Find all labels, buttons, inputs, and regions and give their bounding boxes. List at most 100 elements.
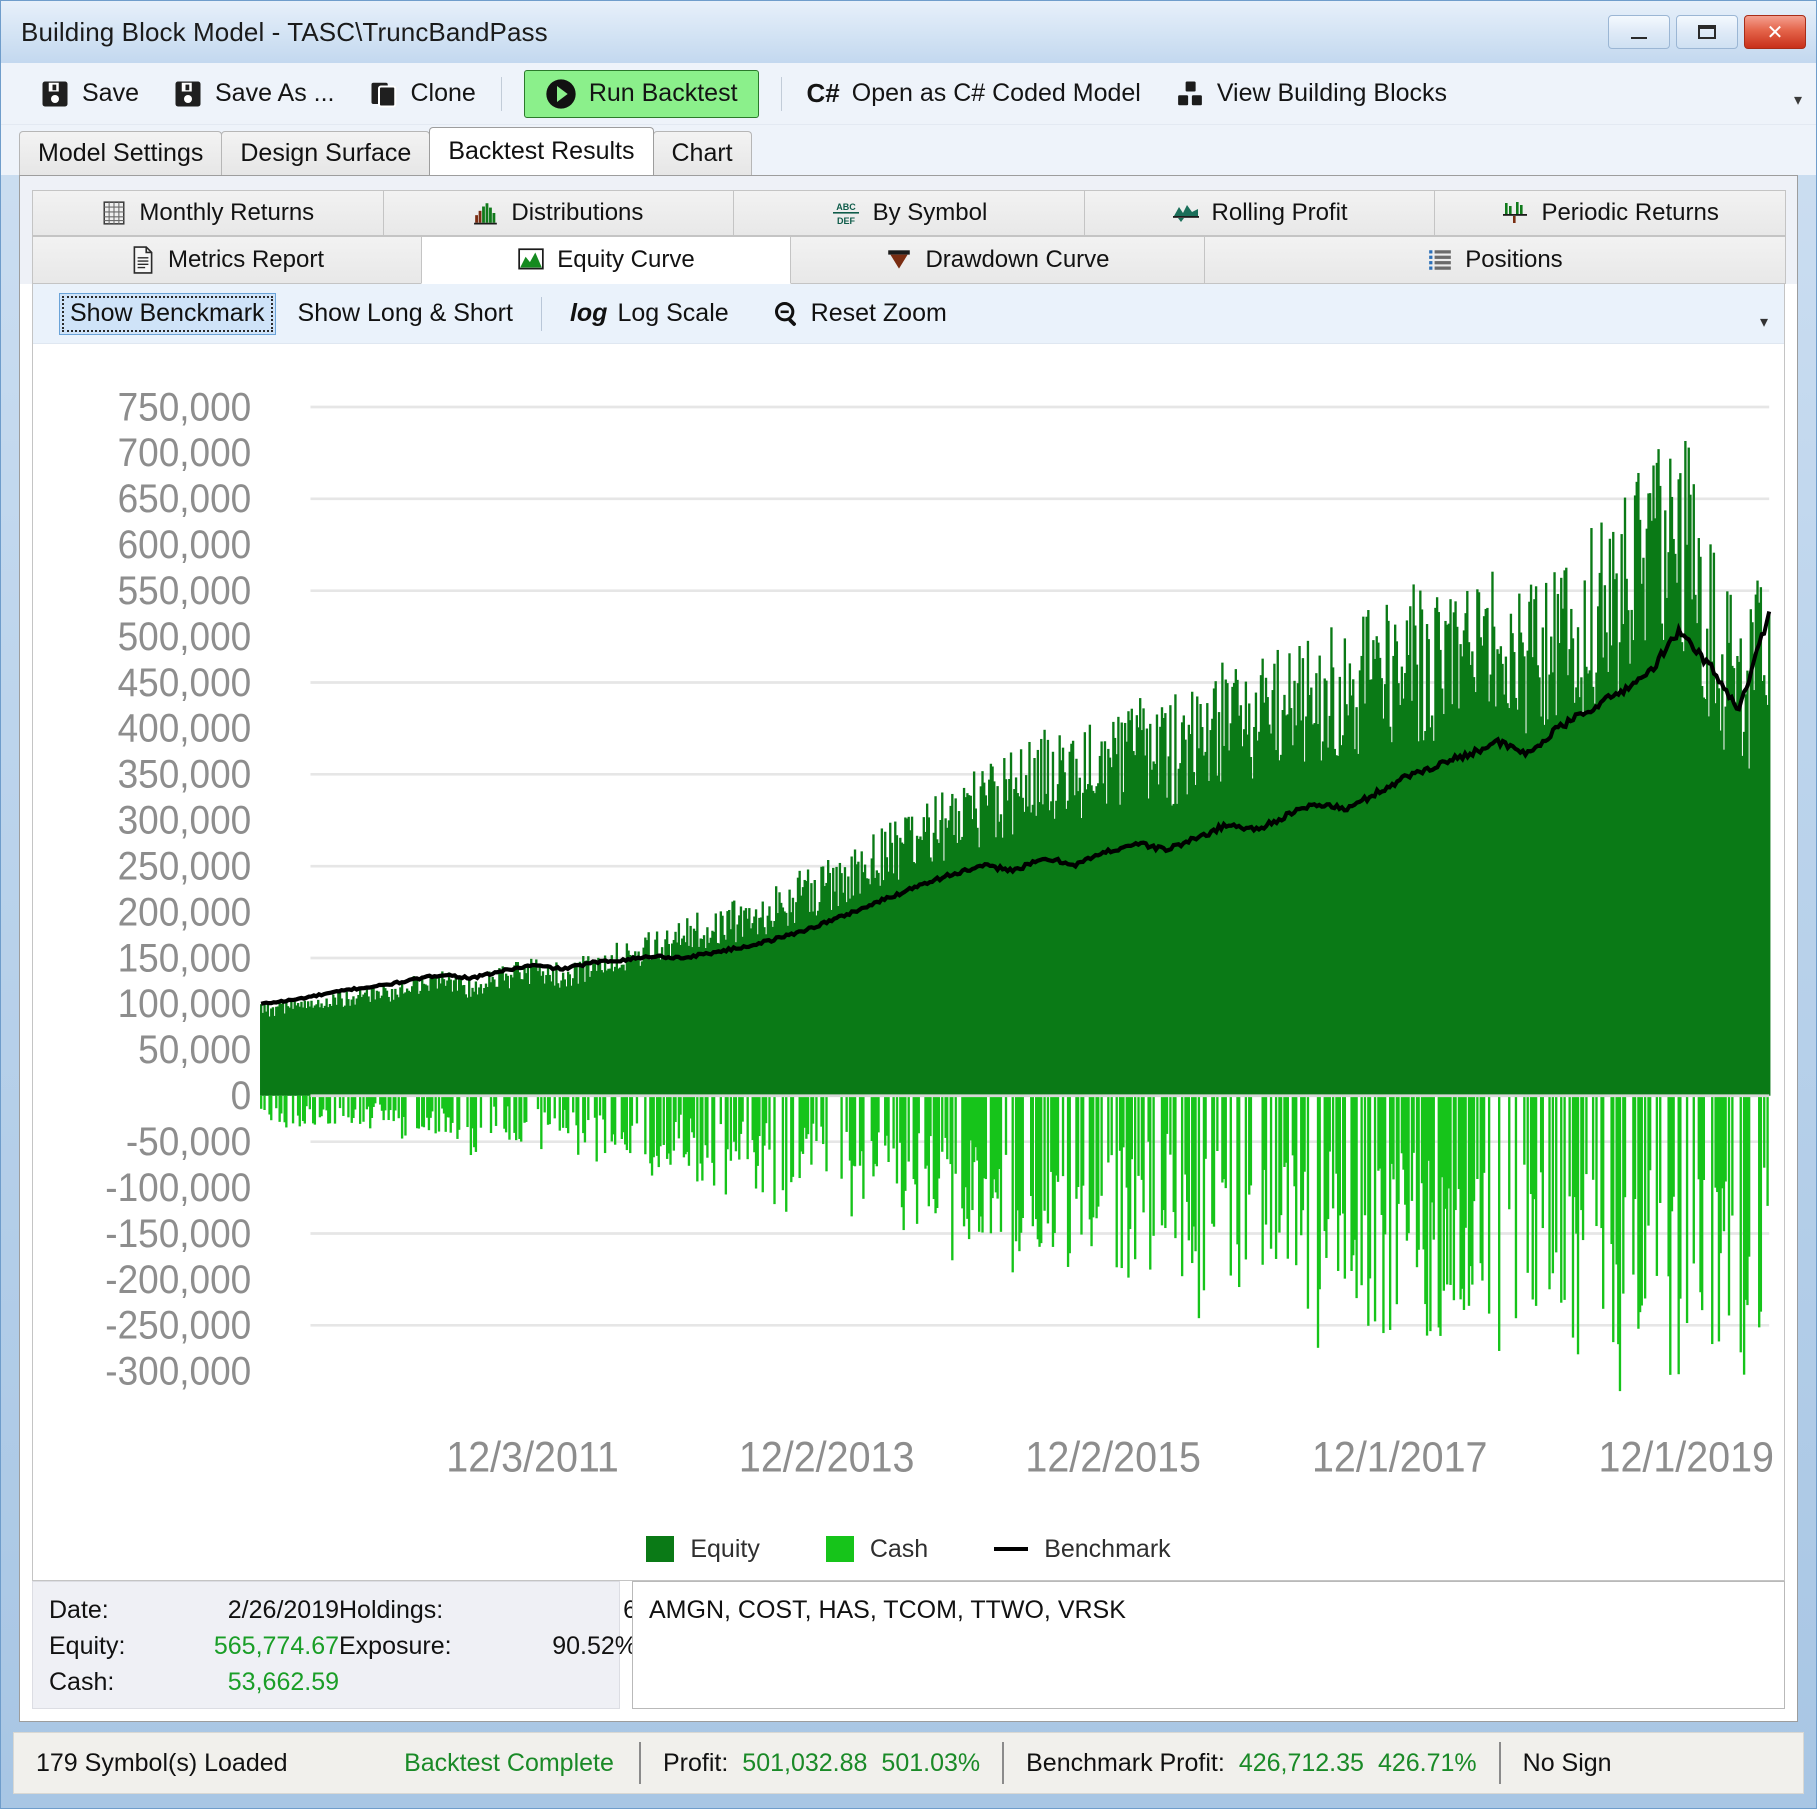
subtab-drawdown-curve-label: Drawdown Curve [925, 246, 1110, 273]
holdings-list[interactable]: AMGN, COST, HAS, TCOM, TTWO, VRSK [632, 1581, 1785, 1709]
application-window: Building Block Model - TASC\TruncBandPas… [0, 0, 1817, 1809]
tab-chart[interactable]: Chart [652, 131, 752, 175]
status-profit-percent: 501.03% [881, 1748, 981, 1777]
summary-stats: Date: 2/26/2019 Holdings: 6 Equity: 565,… [32, 1581, 637, 1709]
open-as-csharp-button[interactable]: C# Open as C# Coded Model [790, 70, 1158, 118]
equity-chart-plot[interactable]: 750,000 700,000 650,000 600,000 550,000 500,0… [33, 344, 1784, 1518]
holdings-value: 6 [623, 1595, 637, 1624]
svg-text:DEF: DEF [837, 216, 856, 226]
save-icon [40, 79, 70, 109]
chart-toolbar-separator [540, 296, 542, 331]
cash-swatch [825, 1536, 854, 1562]
subtab-drawdown-curve[interactable]: Drawdown Curve [790, 236, 1205, 284]
cash-value: 53,662.59 [227, 1667, 339, 1696]
close-button[interactable]: ✕ [1744, 15, 1806, 49]
run-backtest-label: Run Backtest [588, 79, 738, 107]
legend-item-benchmark: Benchmark [994, 1534, 1171, 1564]
view-building-blocks-button[interactable]: View Building Blocks [1158, 70, 1464, 118]
subtab-distributions-label: Distributions [511, 199, 644, 226]
legend-item-cash: Cash [825, 1534, 929, 1564]
log-scale-button[interactable]: log Log Scale [548, 293, 751, 335]
save-button[interactable]: Save [23, 70, 156, 118]
save-label: Save [82, 79, 139, 107]
sub-tab-row-2: Metrics Report Equity Curve Drawdown Cur… [32, 236, 1786, 284]
cash-label: Cash: [49, 1667, 115, 1696]
svg-text:-50,000: -50,000 [126, 1120, 251, 1165]
toolbar-separator-1 [500, 76, 502, 111]
equity-value: 565,774.67 [213, 1631, 339, 1660]
subtab-rolling-profit[interactable]: Rolling Profit [1083, 190, 1436, 236]
svg-text:12/2/2015: 12/2/2015 [1025, 1433, 1201, 1481]
save-as-icon [173, 79, 203, 109]
svg-text:-250,000: -250,000 [105, 1303, 251, 1348]
subtab-by-symbol[interactable]: ABC DEF By Symbol [733, 190, 1085, 236]
toolbar-overflow-button[interactable]: ▾ [1794, 93, 1802, 109]
svg-text:12/2/2013: 12/2/2013 [739, 1433, 915, 1481]
subtab-positions[interactable]: Positions [1204, 236, 1786, 284]
svg-text:350,000: 350,000 [118, 752, 252, 797]
toolbar-separator-2 [780, 76, 782, 111]
play-icon [545, 78, 577, 110]
info-panel: Date: 2/26/2019 Holdings: 6 Equity: 565,… [32, 1581, 1785, 1709]
svg-text:50,000: 50,000 [138, 1028, 251, 1073]
save-as-button[interactable]: Save As ... [156, 70, 352, 118]
status-backtest-state: Backtest Complete [379, 1749, 639, 1778]
subtab-distributions[interactable]: Distributions [382, 190, 735, 236]
status-symbols-loaded: 179 Symbol(s) Loaded [36, 1748, 288, 1777]
svg-text:0: 0 [231, 1074, 252, 1119]
histogram-icon [473, 200, 499, 226]
window-controls: ✕ [1608, 15, 1806, 49]
legend-cash-label: Cash [869, 1534, 929, 1563]
equity-label: Equity: [49, 1631, 126, 1660]
tab-model-settings[interactable]: Model Settings [19, 131, 223, 175]
svg-text:550,000: 550,000 [118, 569, 252, 614]
tab-design-surface-label: Design Surface [240, 139, 412, 167]
svg-text:12/3/2011: 12/3/2011 [446, 1433, 619, 1481]
maximize-icon [1698, 25, 1716, 39]
legend-item-equity: Equity [646, 1535, 760, 1564]
svg-text:300,000: 300,000 [118, 798, 252, 843]
svg-text:750,000: 750,000 [118, 385, 252, 430]
main-toolbar: Save Save As ... Clone Run Backtest C# O… [1, 63, 1816, 125]
subtab-monthly-returns[interactable]: Monthly Returns [32, 190, 384, 236]
subtab-periodic-returns[interactable]: Periodic Returns [1434, 190, 1786, 236]
list-icon [1427, 247, 1453, 273]
legend-benchmark-label: Benchmark [1044, 1534, 1171, 1563]
clone-icon [369, 79, 399, 109]
subtab-periodic-returns-label: Periodic Returns [1541, 199, 1719, 226]
tab-backtest-results[interactable]: Backtest Results [429, 127, 654, 175]
status-backtest-state-label: Backtest Complete [404, 1748, 614, 1777]
subtab-equity-curve[interactable]: Equity Curve [421, 236, 791, 284]
clone-label: Clone [410, 79, 476, 107]
status-profit-value: 501,032.88 [742, 1748, 868, 1777]
exposure-value: 90.52% [552, 1631, 637, 1660]
log-icon: log [569, 299, 608, 327]
subtab-metrics-report[interactable]: Metrics Report [32, 236, 422, 284]
window-title: Building Block Model - TASC\TruncBandPas… [21, 16, 548, 47]
svg-text:500,000: 500,000 [118, 615, 252, 660]
reset-zoom-button[interactable]: Reset Zoom [751, 293, 969, 335]
svg-text:700,000: 700,000 [118, 431, 252, 476]
svg-text:250,000: 250,000 [118, 844, 252, 889]
show-benchmark-button[interactable]: Show Benckmark [59, 292, 276, 335]
subtab-by-symbol-label: By Symbol [872, 199, 988, 226]
title-bar: Building Block Model - TASC\TruncBandPas… [1, 1, 1816, 63]
show-benchmark-label: Show Benckmark [70, 299, 265, 327]
date-value: 2/26/2019 [227, 1595, 339, 1624]
show-long-short-button[interactable]: Show Long & Short [276, 293, 535, 335]
subtab-positions-label: Positions [1465, 246, 1563, 273]
run-backtest-button[interactable]: Run Backtest [523, 69, 759, 118]
csharp-icon: C# [807, 78, 840, 109]
minimize-button[interactable] [1608, 15, 1670, 49]
clone-button[interactable]: Clone [352, 70, 493, 118]
show-long-short-label: Show Long & Short [297, 299, 513, 327]
minimize-icon [1631, 37, 1647, 39]
chart-toolbar: Show Benckmark Show Long & Short log Log… [33, 284, 1784, 344]
chart-toolbar-overflow-button[interactable]: ▾ [1760, 312, 1768, 332]
tab-design-surface[interactable]: Design Surface [221, 131, 431, 175]
svg-text:400,000: 400,000 [118, 706, 252, 751]
bars-icon [1501, 200, 1529, 226]
equity-curve-pane: Show Benckmark Show Long & Short log Log… [32, 284, 1785, 1581]
maximize-button[interactable] [1676, 15, 1738, 49]
status-signals: No Sign [1522, 1748, 1612, 1777]
